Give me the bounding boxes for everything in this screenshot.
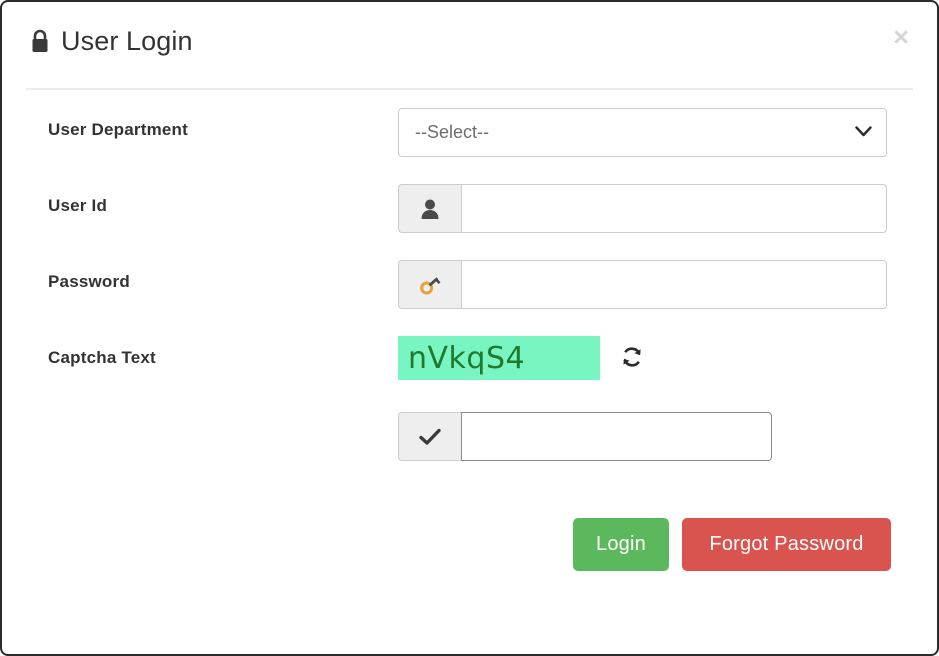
user-icon	[398, 184, 461, 233]
password-input-group	[398, 260, 887, 309]
captcha-answer-spacer	[48, 412, 398, 461]
captcha-answer-input-group	[398, 412, 772, 461]
captcha-label: Captcha Text	[48, 348, 156, 367]
captcha-answer-input[interactable]	[461, 412, 772, 461]
password-label: Password	[48, 272, 130, 291]
check-icon	[398, 412, 461, 461]
user-id-input[interactable]	[461, 184, 887, 233]
dialog-body: User Department --Select-- User Id Passw…	[2, 80, 937, 461]
user-id-label: User Id	[48, 196, 108, 215]
password-input[interactable]	[461, 260, 887, 309]
close-icon[interactable]: ×	[893, 24, 909, 51]
captcha-answer-control	[398, 412, 891, 461]
captcha-image: nVkqS4	[398, 336, 600, 380]
user-id-input-group	[398, 184, 887, 233]
form-row-captcha-answer	[48, 412, 891, 461]
form-row-user-id: User Id	[48, 184, 891, 234]
captcha-code-text: nVkqS4	[408, 340, 526, 376]
department-control: --Select--	[398, 108, 891, 157]
lock-icon	[30, 29, 50, 54]
forgot-password-button[interactable]: Forgot Password	[682, 518, 891, 571]
dialog-title-text: User Login	[61, 25, 193, 56]
refresh-captcha-button[interactable]	[620, 345, 644, 372]
form-row-captcha: Captcha Text nVkqS4	[48, 336, 891, 386]
password-control	[398, 260, 891, 309]
department-select-value: --Select--	[415, 122, 490, 142]
captcha-control: nVkqS4	[398, 336, 891, 380]
page-title: User Login	[30, 26, 193, 57]
login-button[interactable]: Login	[573, 518, 669, 571]
dialog-header: User Login ×	[2, 2, 937, 90]
dialog-footer: Login Forgot Password	[2, 487, 937, 571]
department-select[interactable]: --Select--	[398, 108, 887, 157]
key-icon	[398, 260, 461, 309]
chevron-down-icon	[855, 124, 872, 142]
form-row-department: User Department --Select--	[48, 108, 891, 158]
header-divider	[26, 88, 913, 90]
form-row-password: Password	[48, 260, 891, 310]
user-id-control	[398, 184, 891, 233]
department-label: User Department	[48, 120, 188, 139]
user-login-dialog: User Login × User Department --Select-- …	[0, 0, 939, 656]
refresh-icon	[620, 345, 644, 372]
